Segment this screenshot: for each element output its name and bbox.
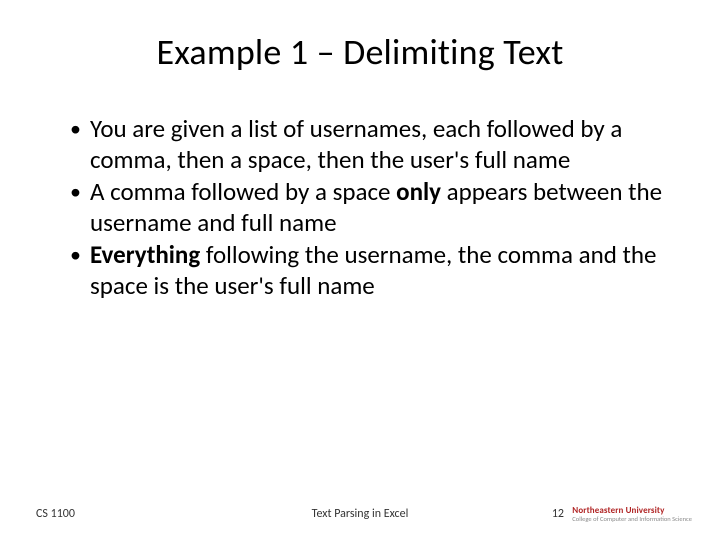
slide: Example 1 – Delimiting Text • You are gi… <box>0 0 720 540</box>
bullet-dot-icon: • <box>70 240 90 270</box>
bullet-dot-icon: • <box>70 114 90 144</box>
bullet-text: Everything following the username, the c… <box>90 240 680 301</box>
slide-footer: CS 1100 Text Parsing in Excel 12 Northea… <box>0 502 720 526</box>
slide-title: Example 1 – Delimiting Text <box>40 30 680 74</box>
bullet-text-pre: You are given a list of usernames, each … <box>90 113 622 175</box>
bullet-text-pre: A comma followed by a space <box>90 176 396 207</box>
bullet-item: • You are given a list of usernames, eac… <box>70 114 680 175</box>
footer-page-number: 12 <box>552 507 564 521</box>
footer-course-code: CS 1100 <box>36 507 75 521</box>
footer-logo: Northeastern University College of Compu… <box>572 505 692 523</box>
footer-logo-line2: College of Computer and Information Scie… <box>572 515 692 523</box>
slide-body: • You are given a list of usernames, eac… <box>40 114 680 301</box>
bullet-text: A comma followed by a space only appears… <box>90 177 680 238</box>
bullet-item: • A comma followed by a space only appea… <box>70 177 680 238</box>
bullet-dot-icon: • <box>70 177 90 207</box>
bullet-item: • Everything following the username, the… <box>70 240 680 301</box>
bullet-text-bold: Everything <box>90 239 200 270</box>
bullet-text: You are given a list of usernames, each … <box>90 114 680 175</box>
bullet-text-bold: only <box>396 176 441 207</box>
